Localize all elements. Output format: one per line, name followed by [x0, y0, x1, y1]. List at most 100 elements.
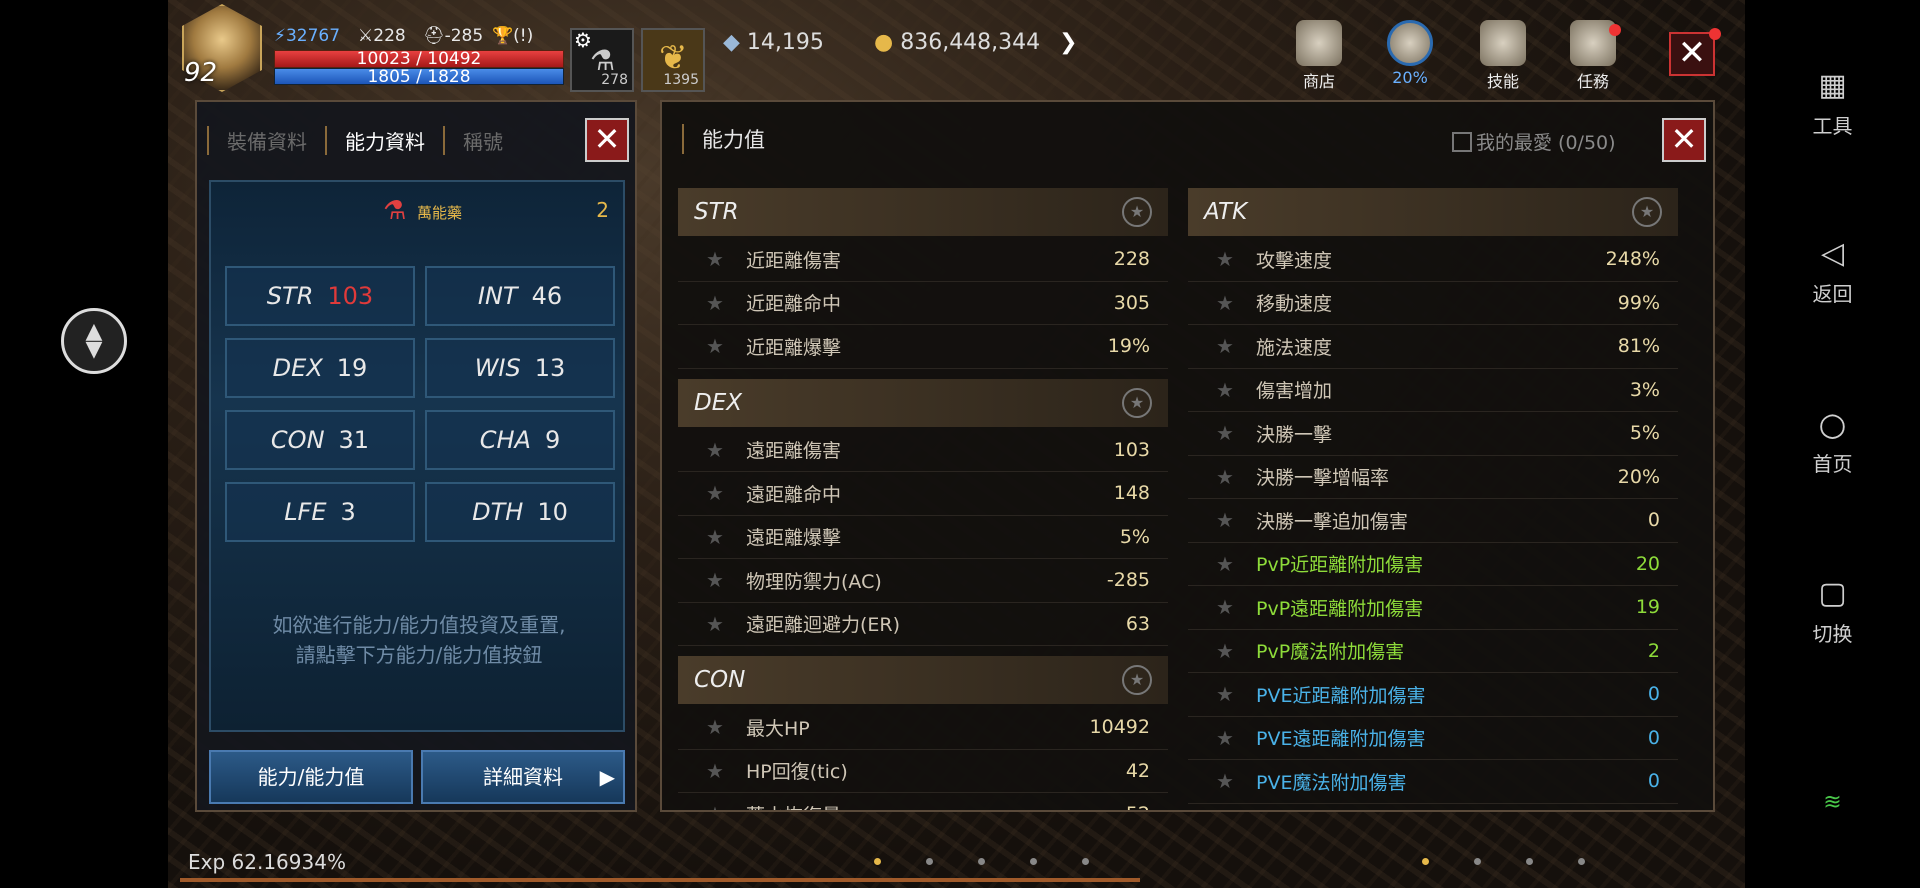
- feather-slot[interactable]: ❦ 1395: [641, 28, 705, 92]
- tab-title[interactable]: 稱號: [443, 125, 521, 155]
- favorites-toggle[interactable]: 我的最愛 (0/50): [1452, 128, 1616, 155]
- star-icon[interactable]: ★: [1216, 378, 1256, 402]
- exp-label: Exp 62.16934%: [188, 850, 346, 874]
- stat-row[interactable]: ★ 最大HP 10492: [678, 706, 1168, 750]
- stat-value: 5%: [1629, 422, 1660, 445]
- stat-row[interactable]: ★ 攻擊速度 248%: [1188, 238, 1678, 282]
- feather-count: 1395: [663, 72, 699, 88]
- close-panel-button[interactable]: ✕: [585, 118, 629, 162]
- stat-label: PVE魔法附加傷害: [1256, 771, 1407, 794]
- stat-row[interactable]: ★ PvP遠距離附加傷害 19: [1188, 586, 1678, 630]
- star-icon[interactable]: ★: [706, 438, 746, 462]
- stat-cha[interactable]: CHA 9: [425, 410, 615, 470]
- stat-row[interactable]: ★ 近距離命中 305: [678, 282, 1168, 325]
- stat-row[interactable]: ★ 傷害增加 3%: [1188, 369, 1678, 412]
- star-icon[interactable]: ★: [1216, 682, 1256, 706]
- stat-row[interactable]: ★ PvP魔法附加傷害 2: [1188, 630, 1678, 673]
- star-icon[interactable]: ★: [706, 525, 746, 549]
- stat-str[interactable]: STR 103: [225, 266, 415, 326]
- detail-button[interactable]: 詳細資料 ▶: [421, 750, 625, 804]
- stat-row[interactable]: ★ 施法速度 81%: [1188, 325, 1678, 369]
- star-icon[interactable]: ★: [706, 802, 746, 810]
- stat-row[interactable]: ★ 遠距離迴避力(ER) 63: [678, 603, 1168, 646]
- star-icon[interactable]: ★: [1216, 595, 1256, 619]
- defense-value: ⛑-285: [423, 26, 484, 46]
- star-icon[interactable]: ★: [1216, 465, 1256, 489]
- nav-home[interactable]: ○ 首页: [1745, 408, 1920, 477]
- auto-button[interactable]: 20%: [1375, 20, 1445, 87]
- stat-int[interactable]: INT 46: [425, 266, 615, 326]
- star-icon[interactable]: ★: [1122, 665, 1152, 695]
- stat-dex[interactable]: DEX 19: [225, 338, 415, 398]
- star-icon[interactable]: ★: [706, 568, 746, 592]
- nav-switch[interactable]: ▢ 切换: [1745, 578, 1920, 647]
- stat-dth[interactable]: DTH 10: [425, 482, 615, 542]
- favorites-checkbox[interactable]: [1452, 131, 1472, 152]
- stat-wis[interactable]: WIS 13: [425, 338, 615, 398]
- stat-row[interactable]: ★ 決勝一擊追加傷害 0: [1188, 499, 1678, 543]
- stat-row[interactable]: ★ 遠距離命中 148: [678, 472, 1168, 516]
- star-icon[interactable]: ★: [706, 291, 746, 315]
- stat-row[interactable]: ★ 決勝一擊 5%: [1188, 412, 1678, 456]
- star-icon[interactable]: ★: [706, 759, 746, 783]
- stat-row[interactable]: ★ 遠距離傷害 103: [678, 429, 1168, 472]
- star-icon[interactable]: ★: [1632, 197, 1662, 227]
- stat-row[interactable]: ★ PVE魔法附加傷害 0: [1188, 760, 1678, 804]
- nav-back[interactable]: ◁ 返回: [1745, 238, 1920, 307]
- star-icon[interactable]: ★: [1216, 726, 1256, 750]
- ability-points-button[interactable]: 能力/能力值: [209, 750, 413, 804]
- floating-assist-button[interactable]: ▲ ▼: [61, 308, 127, 374]
- tab-ability[interactable]: 能力資料: [325, 125, 443, 155]
- switch-square-icon: ▢: [1818, 576, 1847, 611]
- star-icon[interactable]: ★: [1122, 197, 1152, 227]
- potion-slot[interactable]: ⚙ ⚗ 278: [570, 28, 634, 92]
- stat-row[interactable]: ★ 近距離傷害 228: [678, 238, 1168, 282]
- stat-row[interactable]: ★ PVE近距離附加傷害 0: [1188, 673, 1678, 717]
- stat-row[interactable]: ★ 遠距離爆擊 5%: [678, 516, 1168, 559]
- star-icon[interactable]: ★: [1216, 552, 1256, 576]
- star-icon[interactable]: ★: [1216, 421, 1256, 445]
- tab-equipment[interactable]: 裝備資料: [207, 125, 325, 155]
- star-icon[interactable]: ★: [1122, 387, 1152, 418]
- stats-column-left[interactable]: STR ★ ★ 近距離傷害 228 ★ 近距離命中 305 ★ 近距離爆擊 19% DEX ★ ★ 遠距離傷…: [678, 188, 1168, 810]
- star-icon[interactable]: ★: [1216, 508, 1256, 532]
- star-icon[interactable]: ★: [706, 334, 746, 358]
- star-icon[interactable]: ★: [706, 247, 746, 271]
- stat-row[interactable]: ★ 移動速度 99%: [1188, 282, 1678, 325]
- page-dot: [1082, 858, 1089, 865]
- star-icon[interactable]: ★: [706, 715, 746, 739]
- stat-label: 施法速度: [1256, 336, 1333, 359]
- chevron-right-icon[interactable]: ❯: [1059, 30, 1077, 55]
- stat-row[interactable]: ★藥水恢復量52: [678, 793, 1168, 810]
- close-menu-button[interactable]: ✕: [1669, 32, 1715, 76]
- page-dot: [1474, 858, 1481, 865]
- stat-label: 近距離爆擊: [746, 336, 842, 359]
- star-icon[interactable]: ★: [1216, 334, 1256, 358]
- stat-row[interactable]: ★ HP回復(tic) 42: [678, 750, 1168, 793]
- stats-column-right[interactable]: ATK ★ ★ 攻擊速度 248% ★ 移動速度 99% ★ 施法速度 81% ★ 傷害增加 3% ★ 決勝一…: [1188, 188, 1678, 810]
- star-icon[interactable]: ★: [1216, 291, 1256, 315]
- stat-row[interactable]: ★ 決勝一擊增幅率 20%: [1188, 456, 1678, 499]
- stat-label: 決勝一擊: [1256, 423, 1333, 446]
- stat-row[interactable]: ★ PVE遠距離附加傷害 0: [1188, 717, 1678, 760]
- group-header-str: STR ★: [678, 188, 1168, 236]
- nav-tools[interactable]: ▦ 工具: [1745, 70, 1920, 139]
- shop-button[interactable]: 商店: [1284, 20, 1354, 92]
- stat-value: 52: [1126, 803, 1150, 810]
- stat-label: 近距離命中: [746, 293, 842, 316]
- star-icon[interactable]: ★: [1216, 247, 1256, 271]
- star-icon[interactable]: ★: [1216, 639, 1256, 663]
- stat-label: PVE近距離附加傷害: [1256, 684, 1426, 707]
- stat-con[interactable]: CON 31: [225, 410, 415, 470]
- stat-row[interactable]: ★ PvP近距離附加傷害 20: [1188, 543, 1678, 586]
- elixir-label: 萬能藥: [417, 204, 463, 222]
- close-stats-button[interactable]: ✕: [1662, 118, 1706, 162]
- stat-row[interactable]: ★ 物理防禦力(AC) -285: [678, 559, 1168, 603]
- skill-button[interactable]: 技能: [1468, 20, 1538, 92]
- hint-text: 如欲進行能力/能力值投資及重置, 請點擊下方能力/能力值按鈕: [272, 613, 566, 667]
- star-icon[interactable]: ★: [706, 481, 746, 505]
- star-icon[interactable]: ★: [1216, 769, 1256, 793]
- star-icon[interactable]: ★: [706, 612, 746, 636]
- stat-lfe[interactable]: LFE 3: [225, 482, 415, 542]
- stat-row[interactable]: ★ 近距離爆擊 19%: [678, 325, 1168, 369]
